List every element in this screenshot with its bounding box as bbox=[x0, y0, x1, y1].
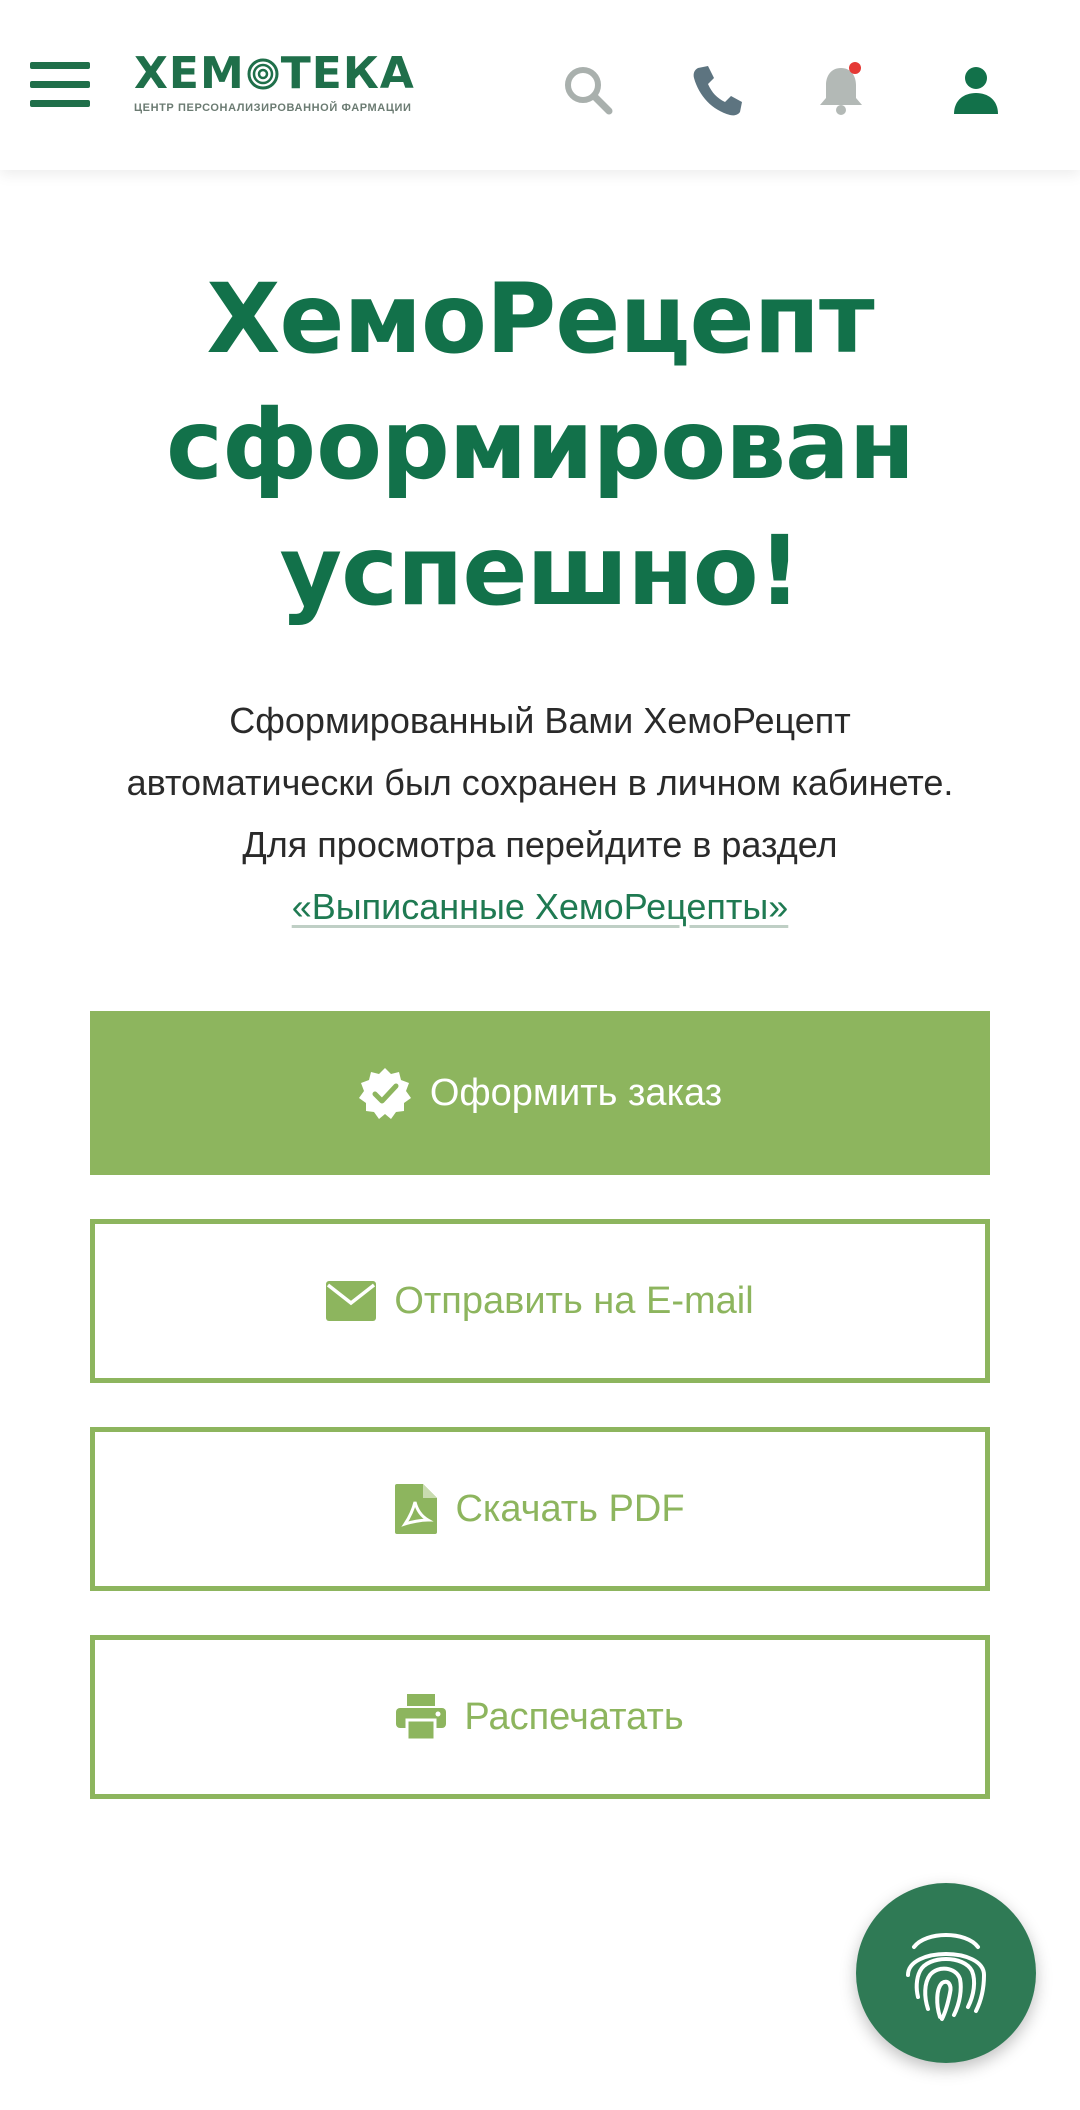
title-line: успешно! bbox=[279, 515, 802, 627]
printer-icon bbox=[396, 1694, 447, 1740]
fingerprint-icon bbox=[906, 1933, 987, 2021]
menu-icon[interactable] bbox=[30, 62, 90, 108]
envelope-icon bbox=[326, 1281, 377, 1321]
order-button-label: Оформить заказ bbox=[429, 1071, 723, 1114]
email-button-label: Отправить на E-mail bbox=[394, 1279, 754, 1322]
pdf-button-label: Скачать PDF bbox=[455, 1487, 685, 1530]
print-button-label: Распечатать bbox=[464, 1695, 684, 1738]
logo-text-left: ХЕМ bbox=[134, 48, 245, 99]
verified-check-icon bbox=[358, 1066, 412, 1120]
app-header: ХЕМ ТЕКА ЦЕНТР ПЕРСОНАЛИЗИРОВАННОЙ ФАРМА… bbox=[0, 0, 1080, 170]
user-icon[interactable] bbox=[948, 62, 1004, 118]
logo[interactable]: ХЕМ ТЕКА ЦЕНТР ПЕРСОНАЛИЗИРОВАННОЙ ФАРМА… bbox=[134, 48, 415, 115]
title-line: ХемоРецепт bbox=[206, 263, 874, 375]
description-line: Сформированный Вами ХемоРецепт bbox=[229, 700, 851, 741]
search-icon[interactable] bbox=[560, 62, 616, 118]
pdf-button[interactable]: Скачать PDF bbox=[90, 1427, 990, 1591]
notification-dot bbox=[849, 62, 861, 74]
pdf-file-icon bbox=[395, 1484, 438, 1534]
email-button[interactable]: Отправить на E-mail bbox=[90, 1219, 990, 1383]
logo-fingerprint-icon bbox=[247, 58, 279, 90]
order-button[interactable]: Оформить заказ bbox=[90, 1011, 990, 1175]
print-button[interactable]: Распечатать bbox=[90, 1635, 990, 1799]
bell-icon[interactable] bbox=[813, 62, 869, 118]
page-title: ХемоРецепт сформирован успешно! bbox=[0, 256, 1080, 634]
phone-icon[interactable] bbox=[690, 62, 746, 118]
prescriptions-link[interactable]: «Выписанные ХемоРецепты» bbox=[292, 886, 789, 927]
logo-text-right: ТЕКА bbox=[280, 48, 415, 99]
description: Сформированный Вами ХемоРецепт автоматич… bbox=[0, 690, 1080, 938]
description-line: Для просмотра перейдите в раздел bbox=[242, 824, 838, 865]
description-line: автоматически был сохранен в личном каби… bbox=[126, 762, 954, 803]
fingerprint-fab-button[interactable] bbox=[856, 1883, 1036, 2063]
title-line: сформирован bbox=[165, 389, 915, 501]
logo-subtitle: ЦЕНТР ПЕРСОНАЛИЗИРОВАННОЙ ФАРМАЦИИ bbox=[134, 102, 412, 114]
